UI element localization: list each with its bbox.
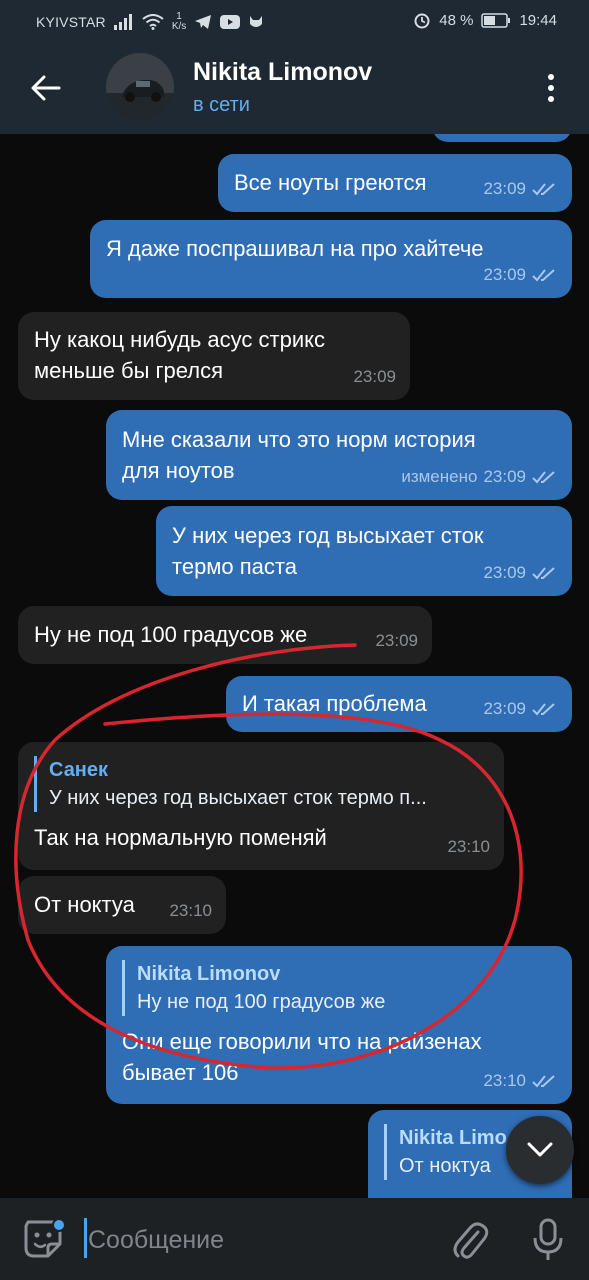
message-time: 23:09 (483, 563, 526, 582)
message-meta: изменено 23:09 (401, 461, 558, 492)
network-speed: 1 K/s (172, 12, 186, 32)
signal-icon (113, 14, 132, 30)
youtube-icon (220, 15, 241, 29)
message-bubble[interactable]: Я даже поспрашивал на про хайтече 23:09 (90, 220, 572, 298)
message-meta: 23:09 (483, 557, 558, 588)
message-bubble[interactable]: Все ноуты греются 23:09 (218, 154, 572, 212)
reply-author: Санек (49, 759, 109, 781)
clock: 19:44 (519, 11, 557, 29)
contact-status: в сети (193, 94, 250, 116)
reply-author: Nikita Limonov (137, 963, 281, 985)
message-bubble[interactable]: Мне сказали что это норм история для ноу… (106, 410, 572, 500)
message-time: 23:10 (447, 837, 490, 856)
menu-dot (548, 96, 554, 102)
chevron-down-icon (527, 1142, 553, 1157)
message-meta: 23:10 (169, 895, 212, 926)
message-meta: 23:10 (447, 831, 490, 862)
alarm-icon (414, 13, 430, 29)
edited-label: изменено (401, 467, 478, 486)
message-time: 23:09 (483, 179, 526, 198)
double-check-icon (532, 566, 555, 579)
message-meta: 23:09 (353, 361, 396, 392)
message-bubble[interactable]: Ну какоц нибудь асус стрикс меньше бы гр… (18, 312, 410, 400)
message-bubble[interactable]: От ноктуа 23:10 (18, 876, 226, 934)
contact-name[interactable]: Nikita Limonov (193, 58, 372, 87)
scroll-down-button[interactable] (506, 1116, 574, 1184)
message-text: Ну не под 100 градусов же (34, 622, 308, 647)
message-time: 23:10 (483, 1071, 526, 1090)
message-time: 23:09 (375, 631, 418, 650)
chat-header: Nikita Limonov в сети (0, 42, 589, 134)
message-meta: 23:10 (483, 1065, 558, 1096)
message-meta: 23:09 (375, 625, 418, 656)
message-bubble[interactable]: У них через год высыхает сток термо паст… (156, 506, 572, 596)
menu-dot (548, 85, 554, 91)
message-bubble-reply[interactable]: Санек У них через год высыхает сток терм… (18, 742, 504, 870)
double-check-icon (532, 182, 555, 195)
back-button[interactable] (22, 66, 70, 110)
microphone-button[interactable] (528, 1216, 568, 1264)
menu-dot (548, 74, 554, 80)
message-time: 23:09 (483, 467, 526, 486)
wifi-icon (142, 14, 164, 30)
battery-percent: 48 % (439, 11, 474, 29)
double-check-icon (532, 470, 555, 483)
double-check-icon (532, 702, 555, 715)
reply-text: У них через год высыхает сток термо п... (49, 787, 427, 809)
reply-text: Ну не под 100 градусов же (137, 991, 386, 1013)
new-badge-dot (52, 1218, 66, 1232)
microphone-icon (533, 1218, 563, 1260)
double-check-icon (532, 1074, 555, 1087)
message-meta: 23:09 (483, 259, 558, 290)
message-time: 23:09 (353, 367, 396, 386)
text-cursor (84, 1218, 87, 1258)
message-composer (0, 1198, 589, 1280)
message-time: 23:10 (169, 901, 212, 920)
message-meta: 23:09 (483, 693, 558, 724)
message-bubble[interactable]: И такая проблема 23:09 (226, 676, 572, 732)
carrier-label: KYIVSTAR (36, 14, 106, 30)
message-text: Так на нормальную поменяй (34, 825, 327, 850)
telegram-icon (195, 15, 212, 29)
message-input[interactable] (88, 1222, 428, 1258)
message-bubble-reply[interactable]: Nikita Limonov Ну не под 100 градусов же… (106, 946, 572, 1104)
reply-preview[interactable]: Nikita Limonov Ну не под 100 градусов же (122, 960, 556, 1016)
avatar-photo (106, 53, 174, 121)
message-text: Ну какоц нибудь асус стрикс меньше бы гр… (34, 327, 325, 383)
message-time: 23:09 (483, 265, 526, 284)
attach-button[interactable] (450, 1218, 490, 1262)
double-check-icon (532, 268, 555, 281)
more-vertical-icon[interactable] (539, 70, 563, 106)
message-time: 23:09 (483, 699, 526, 718)
speed-unit: K/s (171, 21, 187, 32)
message-bubble[interactable]: Ну не под 100 градусов же 23:09 (18, 606, 432, 664)
message-bubble-clipped[interactable] (432, 134, 572, 142)
battery-icon (481, 12, 511, 28)
paperclip-icon (453, 1222, 489, 1259)
reply-preview[interactable]: Санек У них через год высыхает сток терм… (34, 756, 494, 812)
app-notification-icon (250, 16, 263, 27)
arrow-left-icon (31, 75, 61, 101)
message-list[interactable]: Все ноуты греются 23:09 Я даже поспрашив… (0, 134, 589, 1198)
avatar[interactable] (106, 53, 174, 121)
message-meta: 23:09 (483, 173, 558, 204)
status-bar: KYIVSTAR 1 K/s 48 % 19:44 (0, 0, 589, 42)
